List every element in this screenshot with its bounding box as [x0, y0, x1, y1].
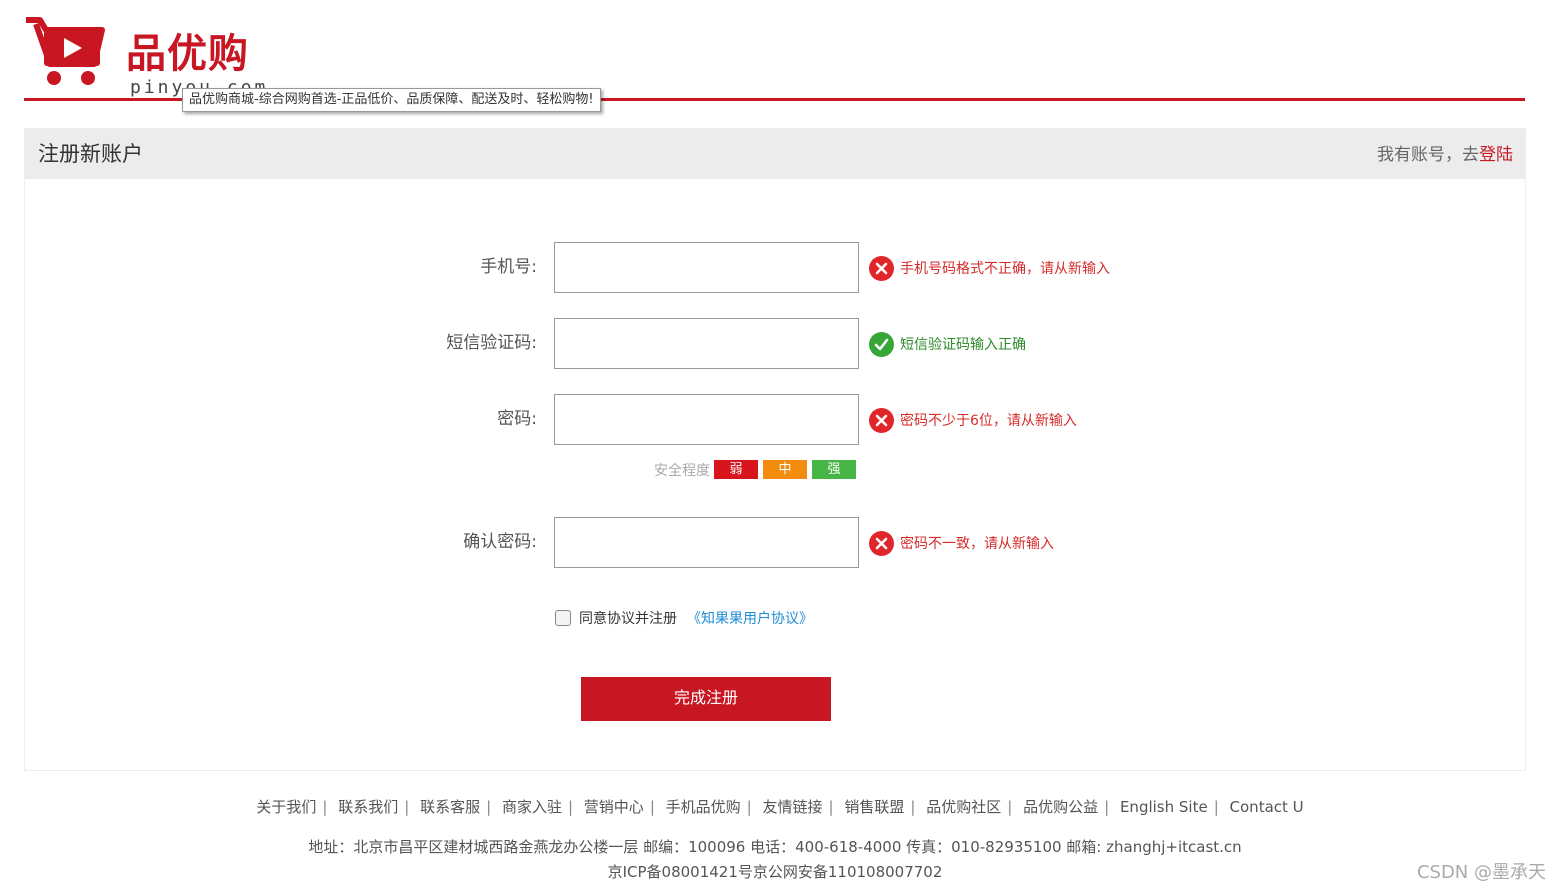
submit-button[interactable]: 完成注册	[581, 677, 831, 721]
cart-logo-icon	[26, 17, 105, 85]
logo[interactable]: 品优购 pinyou.com	[24, 14, 265, 98]
register-header: 注册新账户 我有账号，去登陆	[25, 129, 1525, 179]
agreement-link[interactable]: 《知果果用户协议》	[687, 608, 813, 628]
footer-link-about[interactable]: 关于我们	[256, 798, 316, 816]
logo-tooltip: 品优购商城-综合网购首选-正品低价、品质保障、配送及时、轻松购物!	[182, 88, 601, 112]
confirm-password-input[interactable]	[554, 517, 859, 568]
phone-error-text: 手机号码格式不正确，请从新输入	[900, 261, 1110, 277]
password-strength: 安全程度 弱 中 强	[654, 460, 856, 479]
confirm-password-error-text: 密码不一致，请从新输入	[900, 536, 1054, 552]
footer-links: 关于我们 | 联系我们 | 联系客服 | 商家入驻 | 营销中心 | 手机品优购 | 友情链…	[256, 798, 1304, 816]
strength-medium: 中	[763, 460, 807, 479]
footer-link-charity[interactable]: 品优购公益	[1023, 798, 1098, 816]
sms-code-row: 短信验证码: 短信验证码输入正确	[25, 318, 1525, 369]
error-icon	[869, 407, 894, 433]
login-prompt: 我有账号，去登陆	[1377, 142, 1513, 168]
footer-icp: 京ICP备08001421号京公网安备110108007702	[607, 863, 943, 881]
logo-text: 品优购	[126, 31, 249, 77]
password-label: 密码:	[497, 409, 537, 429]
agree-text: 同意协议并注册	[579, 611, 677, 627]
footer-link-friends[interactable]: 友情链接	[763, 798, 823, 816]
confirm-password-error-message: 密码不一致，请从新输入	[869, 530, 1054, 556]
password-error-text: 密码不少于6位，请从新输入	[900, 413, 1077, 429]
confirm-password-row: 确认密码: 密码不一致，请从新输入	[25, 517, 1525, 568]
password-input[interactable]	[554, 394, 859, 445]
footer-link-mobile[interactable]: 手机品优购	[666, 798, 741, 816]
strength-label: 安全程度	[654, 462, 710, 479]
phone-row: 手机号: 手机号码格式不正确，请从新输入	[25, 242, 1525, 293]
footer-address: 地址：北京市昌平区建材城西路金燕龙办公楼一层 邮编：100096 电话：400-…	[308, 838, 1242, 856]
login-link[interactable]: 登陆	[1479, 145, 1513, 165]
phone-input[interactable]	[554, 242, 859, 293]
footer-link-merchant[interactable]: 商家入驻	[502, 798, 562, 816]
phone-label: 手机号:	[480, 257, 537, 277]
register-panel: 注册新账户 我有账号，去登陆 手机号: 手机号码格式不正确，请从新输入 短信验证…	[24, 128, 1526, 771]
sms-code-success-message: 短信验证码输入正确	[869, 331, 1026, 357]
agreement-row: 同意协议并注册 《知果果用户协议》	[555, 608, 813, 628]
strength-weak: 弱	[714, 460, 758, 479]
sms-code-input[interactable]	[554, 318, 859, 369]
confirm-password-label: 确认密码:	[463, 532, 537, 552]
footer-link-contact[interactable]: 联系我们	[338, 798, 398, 816]
footer-link-alliance[interactable]: 销售联盟	[844, 798, 904, 816]
footer-link-contact-us[interactable]: Contact U	[1230, 798, 1304, 816]
check-icon	[869, 331, 894, 357]
footer-link-marketing[interactable]: 营销中心	[584, 798, 644, 816]
strength-strong: 强	[812, 460, 856, 479]
sms-code-success-text: 短信验证码输入正确	[900, 337, 1026, 353]
password-row: 密码: 密码不少于6位，请从新输入	[25, 394, 1525, 445]
login-prompt-text: 我有账号，去	[1377, 145, 1479, 165]
footer-link-service[interactable]: 联系客服	[420, 798, 480, 816]
page-title: 注册新账户	[38, 142, 143, 166]
sms-code-label: 短信验证码:	[446, 333, 537, 353]
error-icon	[869, 255, 894, 281]
footer-link-community[interactable]: 品优购社区	[926, 798, 1001, 816]
watermark: CSDN @墨承天	[1416, 862, 1546, 883]
password-error-message: 密码不少于6位，请从新输入	[869, 407, 1077, 433]
phone-error-message: 手机号码格式不正确，请从新输入	[869, 255, 1110, 281]
agree-checkbox[interactable]	[555, 610, 571, 626]
error-icon	[869, 530, 894, 556]
footer-link-english[interactable]: English Site	[1120, 798, 1208, 816]
